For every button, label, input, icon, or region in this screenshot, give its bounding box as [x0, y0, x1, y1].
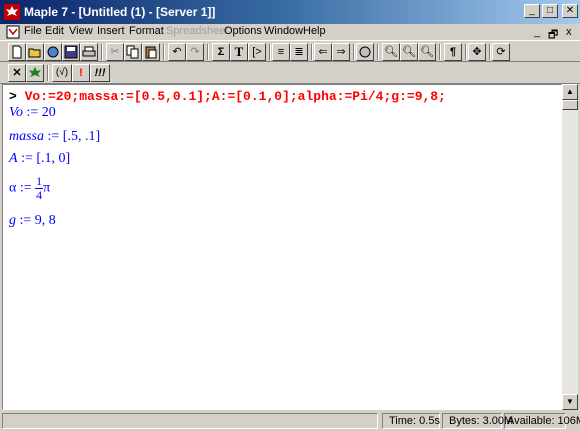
text-input-icon[interactable]: T	[230, 43, 248, 61]
output-g: g := 9, 8	[9, 213, 56, 228]
minimize-button[interactable]: _	[524, 4, 540, 18]
menu-options[interactable]: Options	[224, 25, 262, 37]
save-icon[interactable]	[62, 43, 80, 61]
close-button[interactable]: ✕	[562, 4, 578, 18]
status-message	[2, 413, 378, 429]
output-vo: Vo := 20	[9, 105, 56, 120]
worksheet[interactable]: > Vo:=20;massa:=[0.5,0.1];A:=[0.1,0];alp…	[2, 84, 562, 410]
toggle-expression-button[interactable]: (√)	[52, 64, 72, 82]
output-alpha: α := 14π	[9, 174, 51, 202]
context-toolbar: ✕ (√) ! !!!	[0, 62, 580, 84]
title-bar[interactable]: Maple 7 - [Untitled (1) - [Server 1]] _ …	[0, 0, 580, 24]
fraction: 14	[35, 174, 44, 202]
main-toolbar: ✂ ↶ ↷ Σ T [> ≡ ≣ ⇐ ⇒ 🔍︎ 🔍︎ 🔍︎ ¶ ✥ ⟳	[0, 40, 580, 62]
scroll-down-icon[interactable]: ▼	[562, 394, 578, 410]
doc-close-button[interactable]: x	[566, 26, 572, 38]
stop-execution-icon[interactable]: ✕	[8, 64, 26, 82]
zoom-100-icon[interactable]: 🔍︎	[382, 43, 400, 61]
zoom-200-icon[interactable]: 🔍︎	[418, 43, 436, 61]
print-icon[interactable]	[80, 43, 98, 61]
undo-icon[interactable]: ↶	[168, 43, 186, 61]
status-available: Available: 106M	[504, 413, 580, 429]
cut-icon[interactable]: ✂	[106, 43, 124, 61]
window-title: Maple 7 - [Untitled (1) - [Server 1]]	[24, 5, 216, 19]
pilcrow-icon[interactable]: ¶	[444, 43, 462, 61]
status-bar: Time: 0.5s Bytes: 3.00M Available: 106M	[0, 410, 580, 431]
outdent-icon[interactable]: ≣	[290, 43, 308, 61]
menu-help[interactable]: Help	[303, 25, 326, 37]
menu-file[interactable]: File	[24, 25, 42, 37]
new-icon[interactable]	[8, 43, 26, 61]
status-bytes: Bytes: 3.00M	[442, 413, 513, 429]
zoom-150-icon[interactable]: 🔍︎	[400, 43, 418, 61]
back-arrow-icon[interactable]: ⇐	[314, 43, 332, 61]
forward-arrow-icon[interactable]: ⇒	[332, 43, 350, 61]
scroll-up-icon[interactable]: ▲	[562, 84, 578, 100]
maple-leaf-button-icon[interactable]	[26, 64, 44, 82]
doc-minimize-button[interactable]: _	[534, 26, 540, 38]
menu-view[interactable]: View	[69, 25, 93, 37]
menu-window[interactable]: Window	[264, 25, 303, 37]
stop-icon[interactable]	[356, 43, 374, 61]
redo-icon[interactable]: ↷	[186, 43, 204, 61]
copy-icon[interactable]	[124, 43, 142, 61]
menu-edit[interactable]: Edit	[45, 25, 64, 37]
maximize-button[interactable]: □	[542, 4, 558, 18]
paste-icon[interactable]	[142, 43, 160, 61]
open-icon[interactable]	[26, 43, 44, 61]
maple-leaf-icon	[4, 4, 20, 20]
scroll-thumb[interactable]	[562, 100, 578, 110]
execute-button[interactable]: !	[72, 64, 90, 82]
input-command[interactable]: Vo:=20;massa:=[0.5,0.1];A:=[0.1,0];alpha…	[25, 89, 446, 104]
open-url-icon[interactable]	[44, 43, 62, 61]
input-line[interactable]: > Vo:=20;massa:=[0.5,0.1];A:=[0.1,0];alp…	[9, 89, 446, 104]
move-icon[interactable]: ✥	[468, 43, 486, 61]
output-massa: massa := [.5, .1]	[9, 129, 101, 144]
output-a: A := [.1, 0]	[9, 151, 71, 166]
menu-format[interactable]: Format	[129, 25, 164, 37]
indent-icon[interactable]: ≡	[272, 43, 290, 61]
document-icon[interactable]	[6, 25, 20, 39]
menu-spreadsheet[interactable]: Spreadsheet	[166, 25, 228, 37]
execute-all-button[interactable]: !!!	[90, 64, 110, 82]
menu-bar: File Edit View Insert Format Spreadsheet…	[0, 24, 580, 40]
restart-icon[interactable]: ⟳	[492, 43, 510, 61]
prompt: >	[9, 89, 17, 104]
status-time: Time: 0.5s	[382, 413, 440, 429]
math-input-icon[interactable]: Σ	[212, 43, 230, 61]
vertical-scrollbar[interactable]: ▲ ▼	[562, 84, 578, 410]
menu-insert[interactable]: Insert	[97, 25, 125, 37]
insert-prompt-icon[interactable]: [>	[248, 43, 266, 61]
